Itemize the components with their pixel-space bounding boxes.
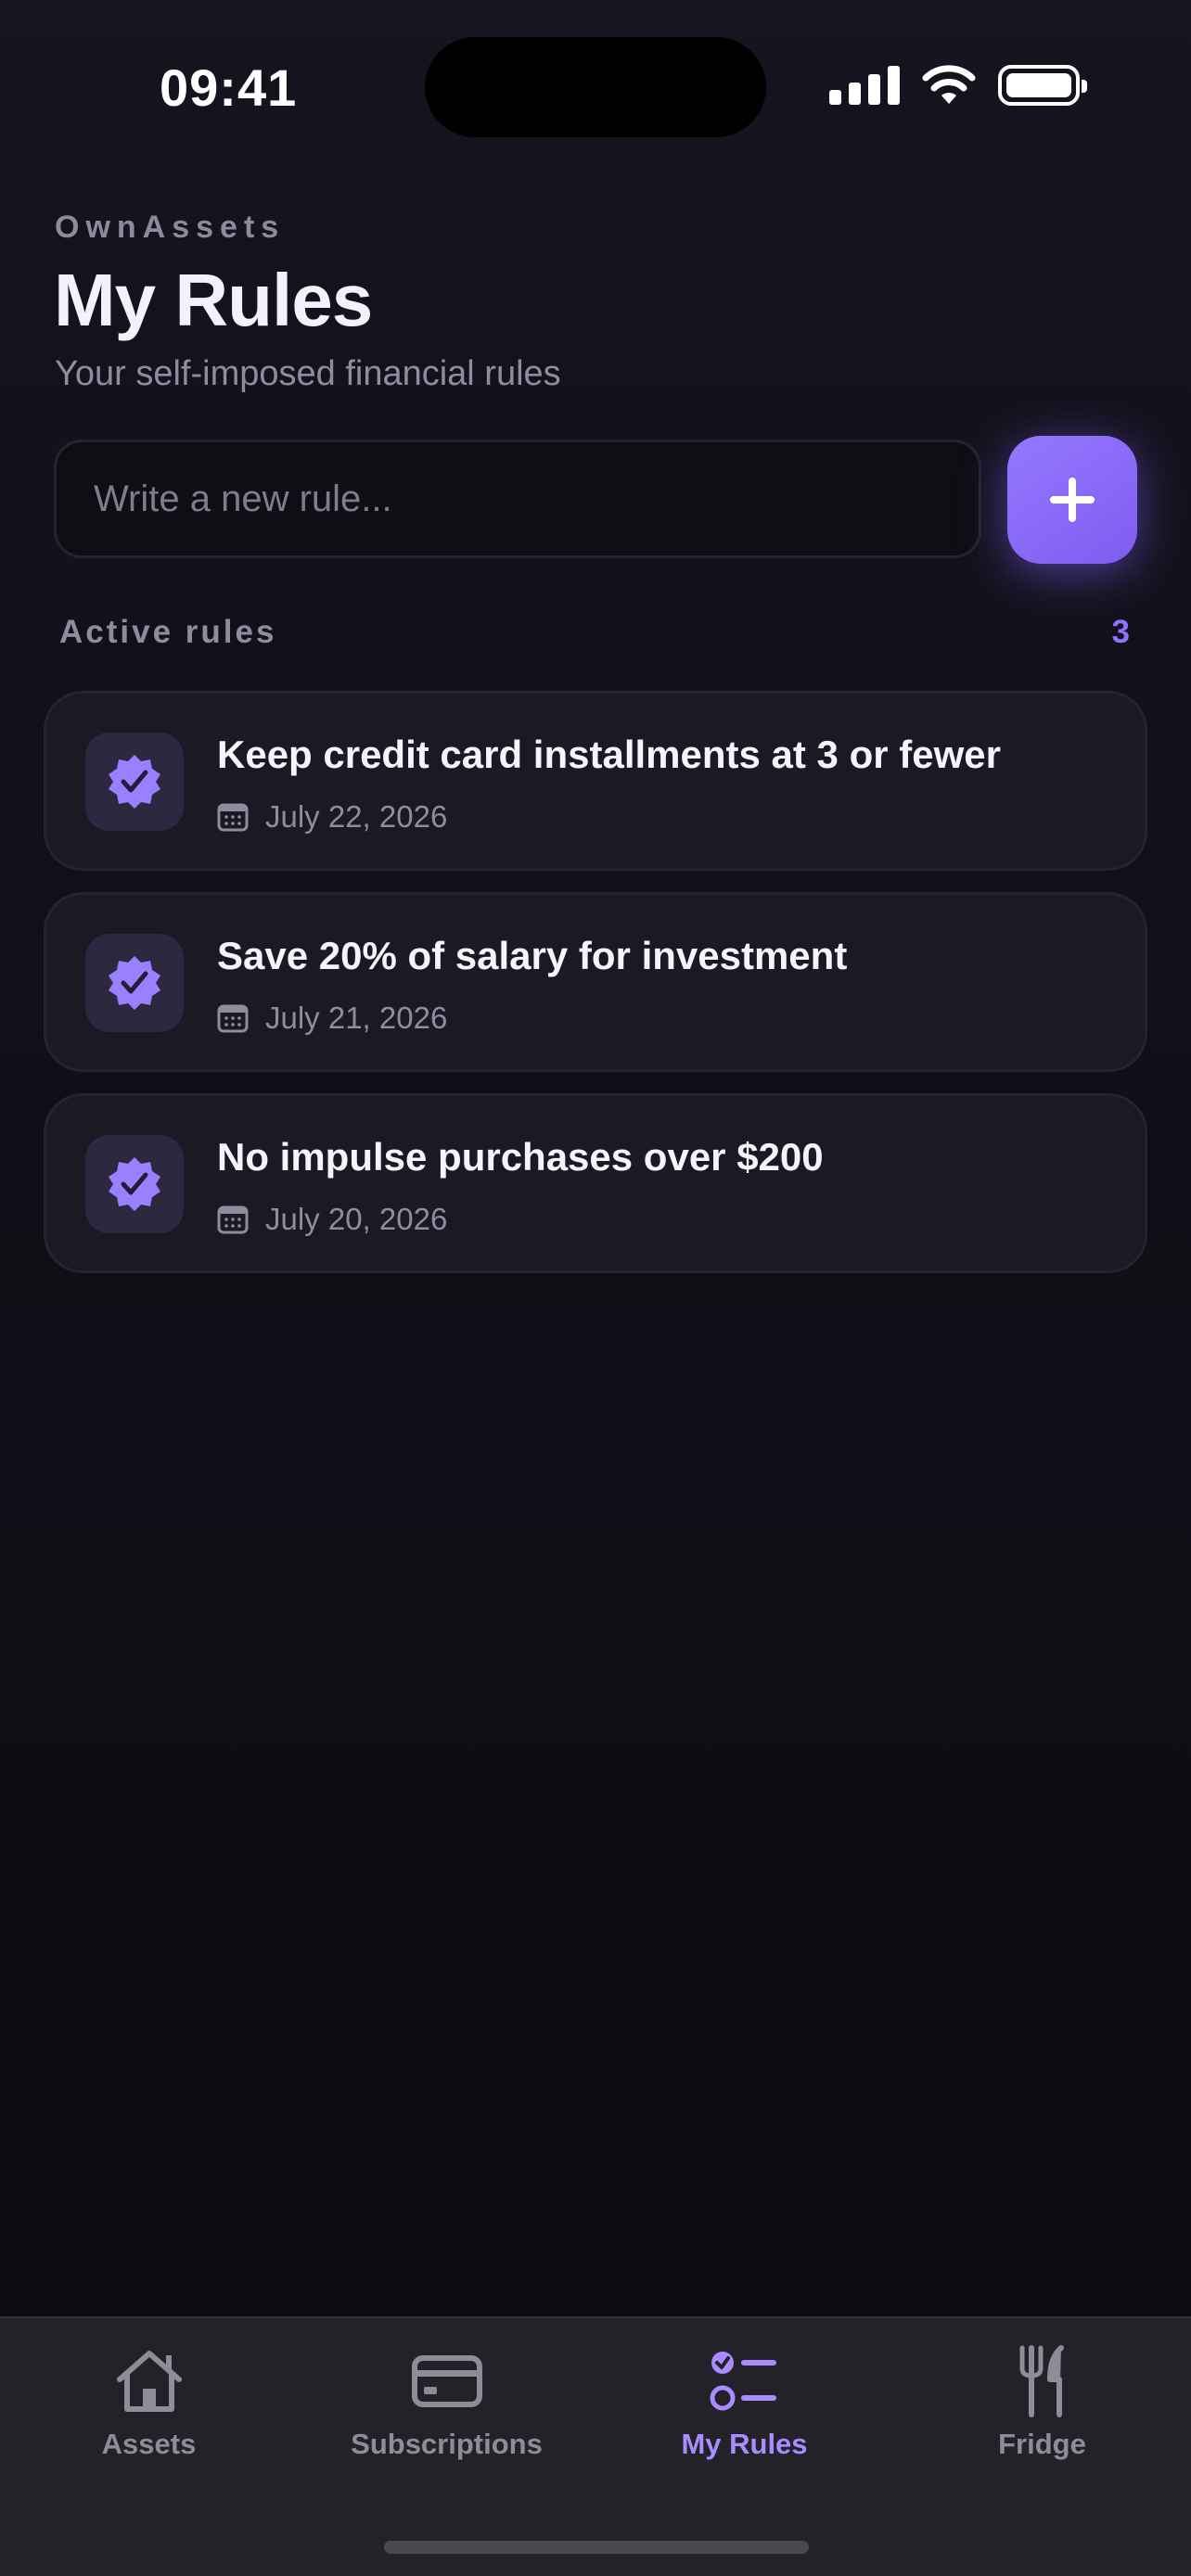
rule-date-row: July 21, 2026 <box>217 1001 447 1036</box>
card-icon <box>411 2355 482 2407</box>
tab-label: Assets <box>101 2428 197 2460</box>
rule-title: Keep credit card installments at 3 or fe… <box>217 733 1001 776</box>
rule-title: Save 20% of salary for investment <box>217 934 848 977</box>
rule-date: July 22, 2026 <box>265 799 448 834</box>
plus-icon <box>1050 478 1095 522</box>
tab-bar: Assets Subscriptions My Rules Fridge <box>0 2316 1191 2576</box>
verified-badge-icon <box>85 733 184 831</box>
tab-assets[interactable]: Assets <box>0 2318 298 2504</box>
rule-date: July 20, 2026 <box>265 1202 448 1236</box>
calendar-icon <box>217 1205 249 1234</box>
calendar-icon <box>217 803 249 832</box>
wifi-icon <box>922 65 976 104</box>
my-rules-screen: 09:41 OwnAssets My Rules Your self-impos… <box>0 0 1191 2576</box>
cellular-signal-icon <box>829 66 900 105</box>
tab-subscriptions[interactable]: Subscriptions <box>298 2318 596 2504</box>
new-rule-input[interactable] <box>54 440 981 558</box>
home-indicator[interactable] <box>384 2541 809 2554</box>
house-icon <box>116 2351 182 2412</box>
status-indicators <box>829 65 1087 106</box>
rule-title: No impulse purchases over $200 <box>217 1135 824 1179</box>
rule-date-row: July 20, 2026 <box>217 1202 447 1237</box>
dynamic-island <box>425 37 766 137</box>
tab-label: Fridge <box>998 2428 1086 2460</box>
page-subtitle: Your self-imposed financial rules <box>55 354 561 393</box>
section-label: Active rules <box>59 614 277 650</box>
calendar-icon <box>217 1004 249 1033</box>
verified-badge-icon <box>85 934 184 1032</box>
page-title: My Rules <box>54 259 373 341</box>
rule-card[interactable]: No impulse purchases over $200 July 20, … <box>44 1093 1147 1273</box>
rule-card[interactable]: Save 20% of salary for investment July 2… <box>44 892 1147 1072</box>
tab-fridge[interactable]: Fridge <box>893 2318 1191 2504</box>
status-time: 09:41 <box>160 58 298 117</box>
tab-label: Subscriptions <box>351 2428 543 2460</box>
checklist-icon <box>710 2352 776 2411</box>
tab-my-rules[interactable]: My Rules <box>596 2318 893 2504</box>
rule-list: Keep credit card installments at 3 or fe… <box>44 691 1147 1294</box>
rule-count-badge: 3 <box>1111 614 1130 650</box>
tab-label: My Rules <box>681 2428 808 2460</box>
add-rule-button[interactable] <box>1007 436 1137 564</box>
rule-card[interactable]: Keep credit card installments at 3 or fe… <box>44 691 1147 871</box>
battery-icon <box>998 65 1087 106</box>
rule-date: July 21, 2026 <box>265 1001 448 1035</box>
rule-date-row: July 22, 2026 <box>217 799 447 835</box>
app-brand: OwnAssets <box>55 210 286 245</box>
fork-knife-icon <box>1019 2345 1064 2417</box>
verified-badge-icon <box>85 1135 184 1233</box>
